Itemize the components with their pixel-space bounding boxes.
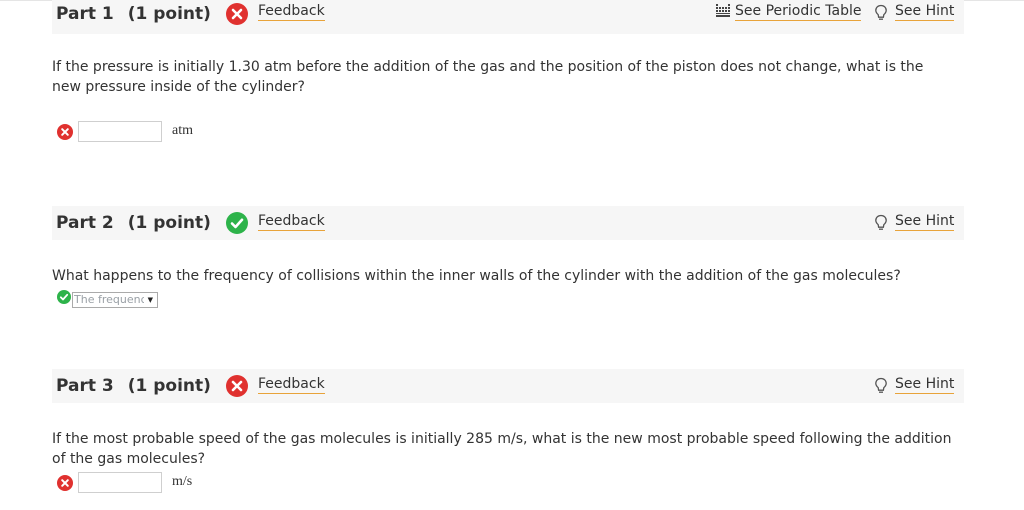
part-2-see-hint-link[interactable]: See Hint xyxy=(895,213,955,231)
part-2-feedback-link[interactable]: Feedback xyxy=(258,213,325,231)
part-1-answer-input[interactable] xyxy=(78,121,162,142)
part-2-selected-value: The frequenc xyxy=(74,293,144,306)
incorrect-icon xyxy=(57,475,73,491)
part-2-answer-select[interactable]: The frequenc ▼ xyxy=(72,292,158,308)
part-2-header: Part 2 (1 point) Feedback See Hint xyxy=(52,206,964,240)
incorrect-icon xyxy=(57,124,73,140)
part-1-feedback-link[interactable]: Feedback xyxy=(258,3,325,21)
part-3-header: Part 3 (1 point) Feedback See Hint xyxy=(52,369,964,403)
dropdown-arrow-icon: ▼ xyxy=(147,296,153,304)
checkmark-icon xyxy=(226,212,248,234)
lightbulb-icon xyxy=(875,4,887,20)
part-2-title: Part 2 (1 point) xyxy=(56,213,211,233)
part-3-answer-input[interactable] xyxy=(78,472,162,493)
incorrect-icon xyxy=(226,375,248,397)
periodic-table-icon xyxy=(716,4,730,17)
part-1-question: If the pressure is initially 1.30 atm be… xyxy=(52,59,924,95)
part-1-title: Part 1 (1 point) xyxy=(56,4,211,24)
incorrect-icon xyxy=(226,3,248,25)
checkmark-icon xyxy=(57,290,71,304)
part-3-points: (1 point) xyxy=(127,376,211,396)
part-3-question: If the most probable speed of the gas mo… xyxy=(52,431,952,467)
part-2-question: What happens to the frequency of collisi… xyxy=(52,268,901,284)
part-3-title: Part 3 (1 point) xyxy=(56,376,211,396)
part-2-label: Part 2 xyxy=(56,213,114,233)
part-1-unit: atm xyxy=(172,123,193,138)
part-1-label: Part 1 xyxy=(56,4,114,24)
part-1-header: Part 1 (1 point) Feedback See Periodic Ta… xyxy=(52,0,964,34)
part-3-feedback-link[interactable]: Feedback xyxy=(258,376,325,394)
part-3-label: Part 3 xyxy=(56,376,114,396)
lightbulb-icon xyxy=(875,214,887,230)
lightbulb-icon xyxy=(875,377,887,393)
part-3-unit: m/s xyxy=(172,474,193,489)
part-2-points: (1 point) xyxy=(127,213,211,233)
part-1-see-hint-link[interactable]: See Hint xyxy=(895,3,955,21)
part-1-points: (1 point) xyxy=(127,4,211,24)
part-3-see-hint-link[interactable]: See Hint xyxy=(895,376,955,394)
see-periodic-table-link[interactable]: See Periodic Table xyxy=(735,3,862,21)
